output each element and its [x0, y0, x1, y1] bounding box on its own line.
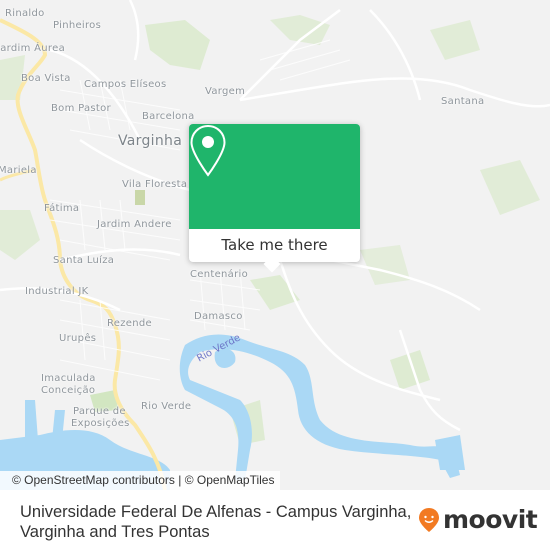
- park-area: [480, 160, 540, 215]
- moovit-logo[interactable]: moovit: [418, 505, 538, 534]
- place-label: Imaculada: [41, 373, 96, 384]
- map[interactable]: Rinaldo Pinheiros Jardim Áurea Boa Vista…: [0, 0, 550, 490]
- moovit-pin-icon: [419, 507, 439, 532]
- place-label: Santa Luíza: [53, 255, 115, 266]
- take-me-there-button[interactable]: Take me there: [189, 229, 360, 262]
- place-label: Centenário: [190, 269, 249, 280]
- lake: [25, 400, 38, 440]
- place-label: Conceição: [41, 385, 96, 396]
- city-label: Varginha: [118, 133, 183, 149]
- moovit-logo-text: moovit: [443, 505, 538, 534]
- place-label: Fátima: [44, 203, 80, 214]
- place-label: Vargem: [205, 86, 246, 97]
- place-label: Urupês: [59, 333, 97, 344]
- place-label: Santana: [441, 96, 485, 107]
- place-label: Jardim Áurea: [0, 43, 66, 54]
- park-area: [430, 20, 480, 60]
- street-grid: [259, 39, 351, 81]
- popup-header: [189, 124, 360, 229]
- road: [128, 0, 140, 61]
- map-pin-icon: [190, 124, 226, 177]
- place-label: Jardim Andere: [97, 219, 172, 230]
- road: [49, 48, 142, 141]
- road: [369, 9, 422, 101]
- park-area: [0, 210, 40, 260]
- place-label: Pinheiros: [53, 20, 102, 31]
- directions-popup: Take me there: [189, 124, 360, 273]
- place-label: Campos Elíseos: [84, 79, 167, 90]
- place-label: Barcelona: [142, 111, 195, 122]
- location-title: Universidade Federal De Alfenas - Campus…: [20, 503, 412, 541]
- place-label: Rezende: [107, 318, 152, 329]
- road: [239, 77, 550, 108]
- place-label: Damasco: [194, 311, 243, 322]
- place-label: Mariela: [0, 165, 37, 176]
- place-label: Exposições: [71, 418, 130, 429]
- place-label: Boa Vista: [21, 73, 71, 84]
- place-label: Parque de: [73, 406, 126, 417]
- place-label: Industrial JK: [25, 286, 89, 297]
- place-label: Rio Verde: [141, 401, 192, 412]
- park-area: [360, 245, 410, 285]
- park-area: [135, 190, 145, 205]
- place-label: Bom Pastor: [51, 103, 111, 114]
- lake: [435, 435, 465, 470]
- park-area: [145, 20, 210, 70]
- place-label: Vila Floresta: [122, 179, 188, 190]
- park-area: [390, 350, 430, 390]
- place-label: Rinaldo: [5, 8, 45, 19]
- map-attribution[interactable]: © OpenStreetMap contributors | © OpenMap…: [0, 471, 281, 490]
